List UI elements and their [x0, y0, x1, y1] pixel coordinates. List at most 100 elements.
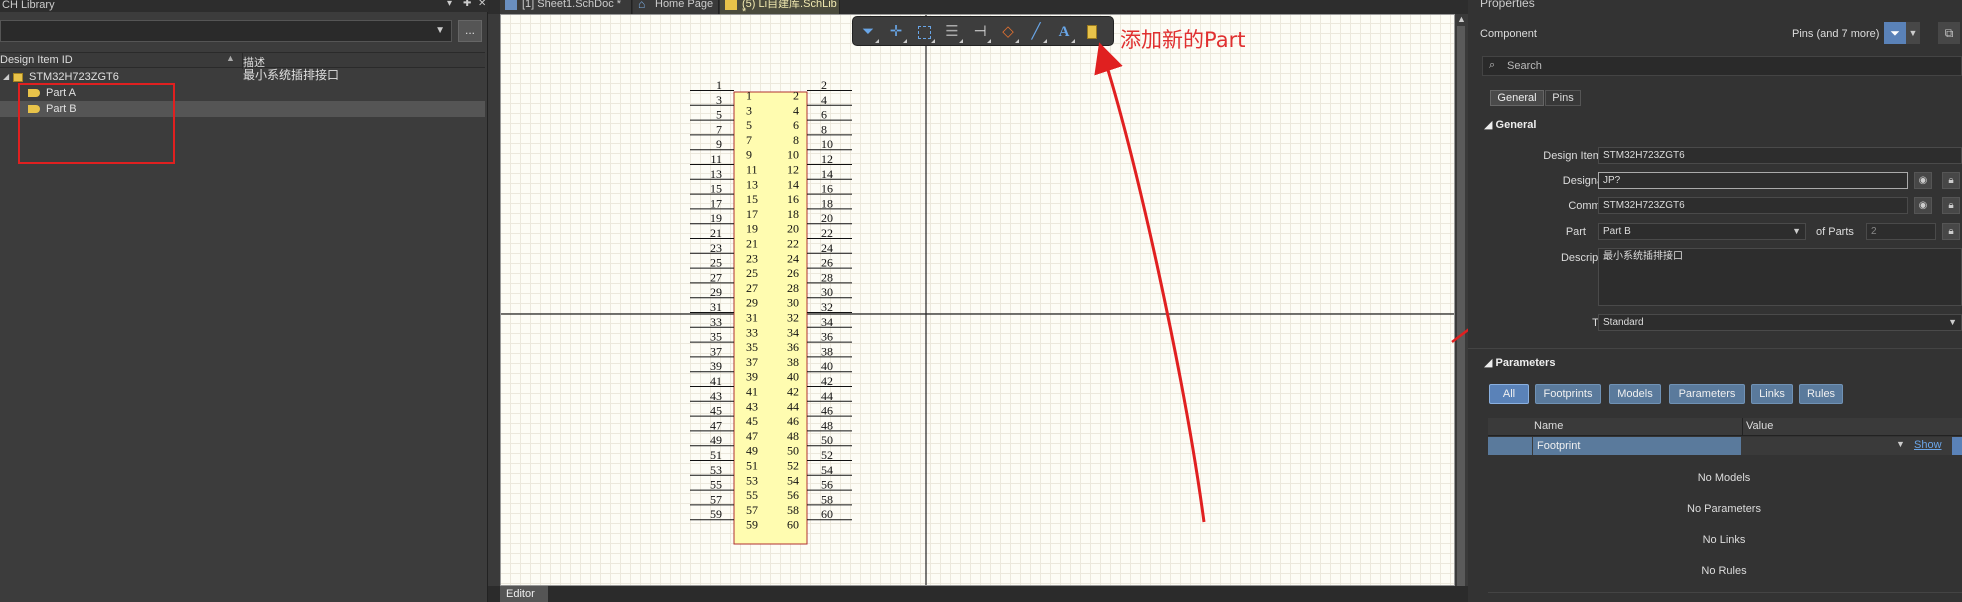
pin-number-right: 28 — [821, 270, 833, 284]
designator-field[interactable]: JP? — [1598, 172, 1908, 189]
row-end-marker — [1952, 437, 1962, 455]
filter-icon[interactable]: ⏷ — [1884, 22, 1906, 44]
library-filter-combo[interactable]: ▼ — [0, 20, 452, 42]
pin-number-left: 3 — [716, 93, 722, 107]
pin-number-right: 2 — [821, 78, 827, 92]
canvas-vscrollbar[interactable]: ▲ — [1455, 14, 1468, 586]
tab-schlib[interactable]: (5) Li自建库.SchLib * — [720, 0, 840, 18]
pin-name-left: 49 — [746, 444, 758, 458]
panel-options-icon[interactable]: ⧉ — [1938, 22, 1960, 44]
param-links-button[interactable]: Links — [1751, 384, 1793, 404]
lock-icon[interactable]: 🔒︎ — [1942, 197, 1960, 214]
table-row[interactable]: Footprint ▼ Show — [1488, 437, 1962, 455]
pin-number-right: 30 — [821, 285, 833, 299]
pin-number-right: 50 — [821, 433, 833, 447]
filter-icon[interactable]: ⏷ — [857, 21, 879, 43]
expand-icon[interactable]: ◢ — [3, 69, 9, 85]
dropdown-icon[interactable]: ▾ — [447, 0, 452, 9]
add-part-icon[interactable] — [1081, 21, 1103, 43]
editor-tab[interactable]: Editor — [500, 586, 548, 602]
description-field[interactable]: 最小系统插排接口 — [1598, 248, 1962, 306]
param-footprints-button[interactable]: Footprints — [1535, 384, 1601, 404]
pin-number-left: 33 — [710, 315, 722, 329]
align-icon[interactable]: ☰ — [941, 21, 963, 43]
fill-icon[interactable]: ◇ — [997, 21, 1019, 43]
pin-name-left: 11 — [746, 163, 758, 177]
part-select[interactable]: Part B ▼ — [1598, 223, 1806, 240]
visibility-eye-icon[interactable]: ◉ — [1914, 172, 1932, 189]
pin-number-right: 8 — [821, 122, 827, 136]
app-window: CH Library ▾ ✚ ✕ ▼ ... Design Item ID ▲ … — [0, 0, 1962, 602]
browse-button[interactable]: ... — [458, 20, 482, 42]
pin-name-left: 51 — [746, 459, 758, 473]
place-pin-icon[interactable]: ⊣ — [969, 21, 991, 43]
visibility-eye-icon[interactable]: ◉ — [1914, 197, 1932, 214]
pin-number-left: 1 — [716, 78, 722, 92]
text-icon[interactable]: A — [1053, 21, 1075, 43]
pin-number-left: 25 — [710, 256, 722, 270]
tab-home[interactable]: ⌂ Home Page — [633, 0, 719, 14]
pin-name-right: 30 — [787, 296, 799, 310]
tab-pins[interactable]: Pins — [1545, 90, 1581, 106]
param-all-button[interactable]: All — [1489, 384, 1529, 404]
pin-name-left: 21 — [746, 237, 758, 251]
select-rect-icon[interactable] — [913, 21, 935, 43]
row-selector[interactable] — [1488, 437, 1532, 455]
scroll-up-icon[interactable]: ▲ — [1457, 14, 1466, 24]
pin-number-left: 51 — [710, 448, 722, 462]
tab-label: [1] Sheet1.SchDoc * — [522, 0, 622, 10]
close-icon[interactable]: ✕ — [478, 0, 486, 9]
chevron-down-icon[interactable]: ▼ — [1906, 22, 1920, 44]
col-design-item-id[interactable]: Design Item ID — [0, 54, 73, 66]
active-bar: ⏷ ✛ ☰ ⊣ ◇ ╱ A — [852, 16, 1114, 46]
tab-general[interactable]: General — [1490, 90, 1544, 106]
chevron-down-icon: ▼ — [435, 25, 445, 36]
component-label: Component — [1480, 28, 1537, 40]
pin-number-right: 32 — [821, 300, 833, 314]
line-icon[interactable]: ╱ — [1025, 21, 1047, 43]
pin-number-left: 37 — [710, 344, 722, 358]
pin-number-right: 58 — [821, 492, 833, 506]
lock-icon[interactable]: 🔒︎ — [1942, 223, 1960, 240]
param-models-button[interactable]: Models — [1609, 384, 1661, 404]
param-rules-button[interactable]: Rules — [1799, 384, 1843, 404]
pin-name-left: 43 — [746, 399, 758, 413]
scroll-thumb[interactable] — [1457, 26, 1465, 586]
move-icon[interactable]: ✛ — [885, 21, 907, 43]
pin-number-left: 49 — [710, 433, 722, 447]
section-title: General — [1495, 119, 1537, 131]
pin-icon[interactable]: ✚ — [463, 0, 471, 9]
pin-number-right: 56 — [821, 478, 833, 492]
search-input[interactable]: ⌕ Search — [1482, 56, 1962, 76]
pin-number-right: 60 — [821, 507, 833, 521]
of-parts-field: 2 — [1866, 223, 1936, 240]
type-select[interactable]: Standard ▼ — [1598, 314, 1962, 331]
pin-name-left: 53 — [746, 473, 758, 487]
show-link[interactable]: Show — [1914, 439, 1942, 451]
pin-number-right: 6 — [821, 108, 827, 122]
pin-name-right: 18 — [787, 207, 799, 221]
component-description: 最小系统插排接口 — [243, 68, 340, 82]
pin-number-left: 31 — [710, 300, 722, 314]
schematic-canvas[interactable]: 1 1 2 2 3 3 4 4 5 5 6 6 7 7 8 8 9 9 10 10 11 11 12 12 13 13 14 14 15… — [500, 14, 1455, 586]
pin-number-left: 7 — [716, 122, 722, 136]
general-section-header[interactable]: ◢ General — [1484, 118, 1536, 131]
parameters-section-header[interactable]: ◢ Parameters — [1484, 356, 1555, 369]
pin-name-right: 48 — [787, 429, 799, 443]
pin-number-right: 52 — [821, 448, 833, 462]
lock-icon[interactable]: 🔒︎ — [1942, 172, 1960, 189]
design-item-id-field[interactable]: STM32H723ZGT6 — [1598, 147, 1962, 164]
pin-number-right: 4 — [821, 93, 827, 107]
tab-sheet1[interactable]: [1] Sheet1.SchDoc * — [500, 0, 632, 14]
pin-number-left: 5 — [716, 108, 722, 122]
pin-number-left: 45 — [710, 404, 722, 418]
chevron-down-icon[interactable]: ▼ — [1896, 439, 1905, 449]
col-name[interactable]: Name — [1534, 420, 1563, 432]
col-value[interactable]: Value — [1746, 420, 1773, 432]
pin-number-left: 27 — [710, 270, 722, 284]
param-parameters-button[interactable]: Parameters — [1669, 384, 1745, 404]
column-header: Design Item ID ▲ 描述 — [0, 52, 485, 69]
pin-name-left: 31 — [746, 311, 758, 325]
type-label: Type — [1486, 317, 1616, 329]
comment-field[interactable]: STM32H723ZGT6 — [1598, 197, 1908, 214]
